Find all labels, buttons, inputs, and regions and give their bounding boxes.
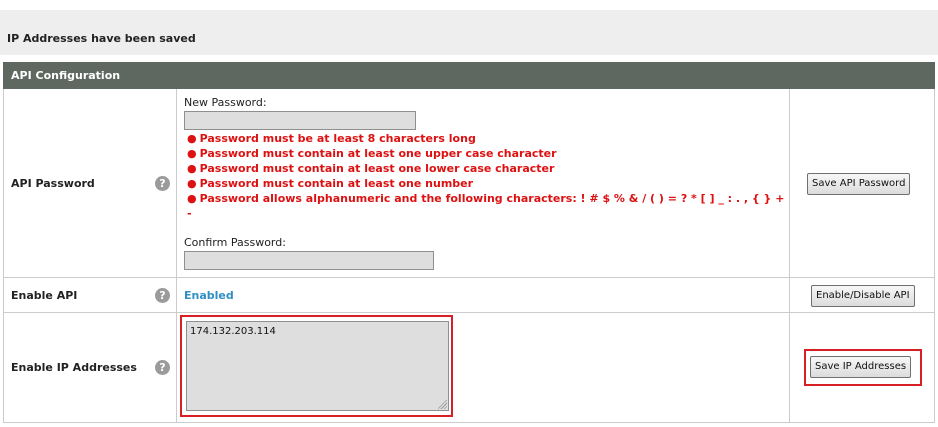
api-password-label: API Password: [11, 177, 95, 190]
api-configuration-page: IP Addresses have been saved API Configu…: [0, 0, 938, 427]
enable-ip-action-cell: Save IP Addresses: [790, 313, 934, 422]
api-password-label-cell: API Password ?: [4, 89, 177, 277]
ip-address-value: 174.132.203.114: [190, 326, 276, 337]
password-rule: Password must be at least 8 characters l…: [187, 131, 787, 146]
enable-ip-field-cell: 174.132.203.114: [177, 313, 790, 422]
ip-addresses-textarea[interactable]: 174.132.203.114: [186, 321, 449, 411]
confirm-password-input[interactable]: [184, 251, 434, 270]
api-status: Enabled: [184, 289, 234, 302]
notice-message: IP Addresses have been saved: [7, 32, 196, 45]
password-rule: Password must contain at least one numbe…: [187, 176, 787, 191]
save-notice: IP Addresses have been saved: [0, 10, 938, 55]
enable-ip-label-cell: Enable IP Addresses ?: [4, 313, 177, 422]
enable-api-label-cell: Enable API ?: [4, 278, 177, 312]
enable-api-row: Enable API ? Enabled Enable/Disable API: [4, 278, 934, 313]
enable-disable-api-button[interactable]: Enable/Disable API: [811, 285, 915, 307]
save-ip-addresses-button[interactable]: Save IP Addresses: [810, 356, 912, 378]
api-password-fields: New Password: Password must be at least …: [177, 89, 790, 277]
save-api-password-button[interactable]: Save API Password: [807, 173, 911, 195]
help-icon[interactable]: ?: [155, 360, 170, 375]
panel-title: API Configuration: [3, 62, 935, 89]
save-ip-button-highlight: Save IP Addresses: [804, 349, 922, 386]
ip-textarea-highlight: 174.132.203.114: [180, 315, 453, 417]
resize-handle-icon[interactable]: [438, 400, 447, 409]
help-icon[interactable]: ?: [155, 176, 170, 191]
enable-api-action-cell: Enable/Disable API: [790, 278, 934, 312]
confirm-password-label: Confirm Password:: [184, 236, 286, 249]
api-password-action-cell: Save API Password: [790, 89, 934, 277]
password-rule: Password must contain at least one upper…: [187, 146, 787, 161]
password-rule: Password must contain at least one lower…: [187, 161, 787, 176]
enable-api-label: Enable API: [11, 289, 78, 302]
enable-ip-row: Enable IP Addresses ? 174.132.203.114 Sa…: [4, 313, 934, 423]
api-password-row: API Password ? New Password: Password mu…: [4, 89, 934, 278]
api-config-table: API Password ? New Password: Password mu…: [3, 89, 935, 423]
enable-ip-label: Enable IP Addresses: [11, 361, 137, 374]
password-rule: Password allows alphanumeric and the fol…: [187, 191, 787, 221]
enable-api-status-cell: Enabled: [177, 278, 790, 312]
new-password-label: New Password:: [184, 96, 267, 109]
help-icon[interactable]: ?: [155, 288, 170, 303]
new-password-input[interactable]: [184, 111, 416, 130]
password-rules-list: Password must be at least 8 characters l…: [187, 131, 787, 221]
